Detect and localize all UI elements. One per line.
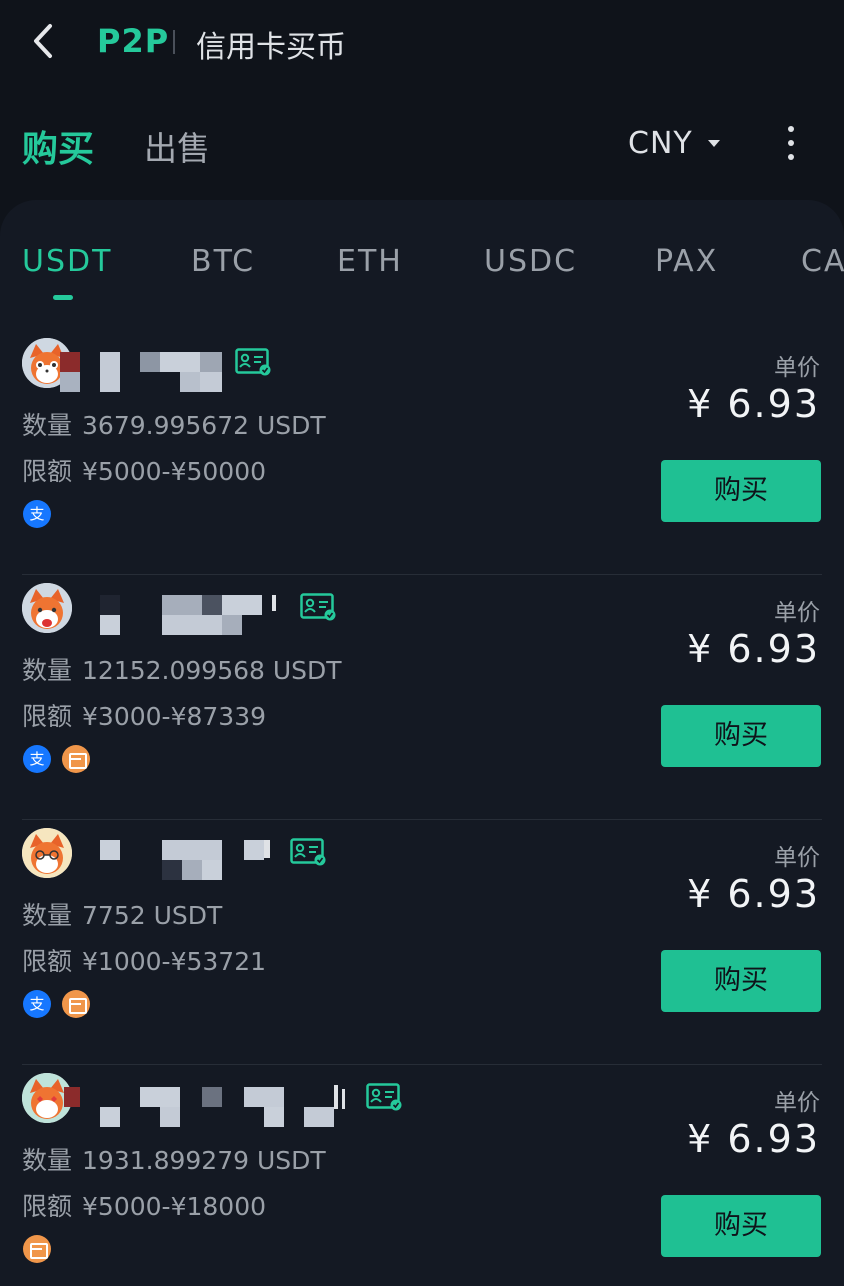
quantity-text: 数量 1931.899279 USDT bbox=[22, 1141, 326, 1177]
verified-id-icon bbox=[290, 838, 326, 866]
quantity-label: 数量 bbox=[22, 901, 73, 930]
redacted-username bbox=[64, 1085, 354, 1127]
trade-side-tabs: 购买 出售 CNY bbox=[0, 110, 844, 180]
redacted-username bbox=[100, 595, 280, 637]
coin-tab-btc[interactable]: BTC bbox=[191, 244, 255, 279]
limit-text: 限额 ¥3000-¥87339 bbox=[22, 697, 266, 733]
quantity-value: 1931.899279 USDT bbox=[82, 1146, 326, 1175]
buy-button[interactable]: 购买 bbox=[661, 1195, 821, 1257]
verified-id-icon bbox=[366, 1083, 402, 1111]
back-arrow-icon[interactable] bbox=[26, 20, 60, 62]
coin-tab-usdc[interactable]: USDC bbox=[484, 244, 577, 279]
unit-price-label: 单价 bbox=[774, 1090, 820, 1116]
offer-card: 数量 3679.995672 USDT 限额 ¥5000-¥50000 支 单价 ¥… bbox=[0, 330, 844, 575]
price-value: ¥ 6.93 bbox=[687, 382, 820, 426]
alipay-icon: 支 bbox=[23, 990, 51, 1018]
limit-text: 限额 ¥5000-¥50000 bbox=[22, 452, 266, 488]
quantity-text: 数量 7752 USDT bbox=[22, 896, 222, 932]
unit-price-label: 单价 bbox=[774, 355, 820, 381]
limit-label: 限额 bbox=[22, 947, 73, 976]
limit-value: ¥3000-¥87339 bbox=[82, 702, 266, 731]
header-divider bbox=[173, 30, 175, 54]
buy-button[interactable]: 购买 bbox=[661, 460, 821, 522]
coin-tab-eth[interactable]: ETH bbox=[337, 244, 403, 279]
quantity-text: 数量 12152.099568 USDT bbox=[22, 651, 342, 687]
limit-label: 限额 bbox=[22, 1192, 73, 1221]
limit-value: ¥5000-¥18000 bbox=[82, 1192, 266, 1221]
avatar[interactable] bbox=[22, 828, 72, 878]
buy-button[interactable]: 购买 bbox=[661, 705, 821, 767]
quantity-text: 数量 3679.995672 USDT bbox=[22, 406, 326, 442]
quantity-label: 数量 bbox=[22, 656, 73, 685]
buy-button[interactable]: 购买 bbox=[661, 950, 821, 1012]
alipay-icon: 支 bbox=[23, 500, 51, 528]
caret-down-icon[interactable] bbox=[708, 140, 720, 147]
offers-panel: USDT BTC ETH USDC PAX CA 数量 3679.995672 … bbox=[0, 200, 844, 1286]
active-tab-indicator bbox=[53, 295, 73, 300]
limit-value: ¥5000-¥50000 bbox=[82, 457, 266, 486]
offer-card: 数量 7752 USDT 限额 ¥1000-¥53721 支 单价 ¥ 6.93 购… bbox=[0, 820, 844, 1065]
redacted-username bbox=[100, 840, 280, 882]
limit-label: 限额 bbox=[22, 702, 73, 731]
tab-sell[interactable]: 出售 bbox=[144, 122, 210, 170]
price-value: ¥ 6.93 bbox=[687, 1117, 820, 1161]
offer-card: 数量 12152.099568 USDT 限额 ¥3000-¥87339 支 单价 … bbox=[0, 575, 844, 820]
coin-tab-pax[interactable]: PAX bbox=[655, 244, 718, 279]
quantity-label: 数量 bbox=[22, 1146, 73, 1175]
redacted-username bbox=[60, 350, 230, 392]
price-value: ¥ 6.93 bbox=[687, 872, 820, 916]
limit-text: 限额 ¥1000-¥53721 bbox=[22, 942, 266, 978]
offer-card: 数量 1931.899279 USDT 限额 ¥5000-¥18000 单价 ¥ 6… bbox=[0, 1065, 844, 1286]
fox-avatar-icon bbox=[22, 583, 72, 633]
verified-id-icon bbox=[235, 348, 271, 376]
top-bar: P2P 信用卡买币 bbox=[0, 0, 844, 90]
limit-label: 限额 bbox=[22, 457, 73, 486]
avatar[interactable] bbox=[22, 583, 72, 633]
fox-avatar-icon bbox=[22, 828, 72, 878]
quantity-label: 数量 bbox=[22, 411, 73, 440]
unit-price-label: 单价 bbox=[774, 845, 820, 871]
brand-label: P2P bbox=[97, 22, 170, 60]
price-value: ¥ 6.93 bbox=[687, 627, 820, 671]
quantity-value: 3679.995672 USDT bbox=[82, 411, 326, 440]
bank-card-icon bbox=[62, 990, 90, 1018]
coin-tab-ca[interactable]: CA bbox=[801, 244, 844, 279]
verified-id-icon bbox=[300, 593, 336, 621]
currency-selector[interactable]: CNY bbox=[628, 126, 693, 161]
limit-text: 限额 ¥5000-¥18000 bbox=[22, 1187, 266, 1223]
bank-card-icon bbox=[23, 1235, 51, 1263]
quantity-value: 12152.099568 USDT bbox=[82, 656, 342, 685]
quantity-value: 7752 USDT bbox=[82, 901, 223, 930]
bank-card-icon bbox=[62, 745, 90, 773]
limit-value: ¥1000-¥53721 bbox=[82, 947, 266, 976]
alipay-icon: 支 bbox=[23, 745, 51, 773]
page-title: 信用卡买币 bbox=[196, 30, 346, 65]
more-menu-icon[interactable] bbox=[780, 126, 804, 162]
coin-tab-usdt[interactable]: USDT bbox=[22, 244, 112, 279]
tab-buy[interactable]: 购买 bbox=[22, 120, 94, 172]
coin-tabs: USDT BTC ETH USDC PAX CA bbox=[0, 240, 844, 310]
unit-price-label: 单价 bbox=[774, 600, 820, 626]
